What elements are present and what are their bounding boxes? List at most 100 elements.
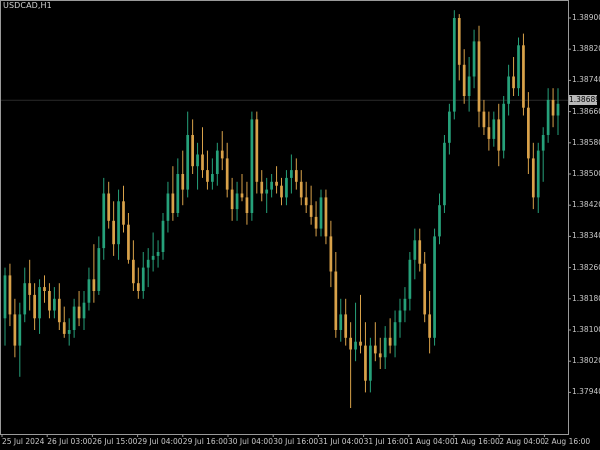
candle[interactable] bbox=[215, 142, 219, 186]
candle[interactable] bbox=[304, 181, 308, 213]
candle[interactable] bbox=[220, 131, 224, 171]
candle[interactable] bbox=[354, 302, 357, 362]
candle[interactable] bbox=[339, 298, 343, 342]
candle[interactable] bbox=[255, 111, 259, 194]
candle[interactable] bbox=[319, 189, 323, 237]
candle[interactable] bbox=[33, 283, 36, 330]
candle[interactable] bbox=[265, 177, 269, 213]
candles-layer[interactable] bbox=[3, 10, 560, 408]
candle[interactable] bbox=[299, 170, 303, 206]
candle[interactable] bbox=[334, 252, 338, 338]
candle[interactable] bbox=[369, 337, 372, 393]
candle[interactable] bbox=[97, 236, 101, 295]
candle[interactable] bbox=[181, 150, 185, 206]
candle[interactable] bbox=[87, 267, 91, 311]
candle[interactable] bbox=[502, 96, 506, 159]
candle[interactable] bbox=[280, 177, 283, 206]
candle[interactable] bbox=[53, 287, 56, 319]
candle[interactable] bbox=[423, 252, 427, 323]
candle[interactable] bbox=[408, 252, 412, 311]
candle[interactable] bbox=[107, 181, 111, 229]
chart-window[interactable]: USDCAD,H1 1.38900 1.38820 1.38740 1.38660 1.… bbox=[0, 0, 600, 450]
candle[interactable] bbox=[433, 228, 436, 346]
candle[interactable] bbox=[443, 135, 446, 213]
candle[interactable] bbox=[156, 240, 160, 268]
candle[interactable] bbox=[28, 259, 32, 311]
candle[interactable] bbox=[240, 174, 244, 202]
candle[interactable] bbox=[457, 14, 461, 81]
candle[interactable] bbox=[378, 337, 382, 369]
candle[interactable] bbox=[487, 111, 491, 151]
candle[interactable] bbox=[462, 49, 466, 104]
candle[interactable] bbox=[329, 220, 333, 288]
candle[interactable] bbox=[349, 322, 352, 408]
candle[interactable] bbox=[314, 201, 318, 237]
candle[interactable] bbox=[373, 322, 377, 362]
candle[interactable] bbox=[522, 33, 525, 116]
candle[interactable] bbox=[235, 181, 239, 221]
candle[interactable] bbox=[536, 142, 540, 213]
candle[interactable] bbox=[294, 158, 298, 190]
candle[interactable] bbox=[176, 158, 180, 217]
candle[interactable] bbox=[43, 275, 46, 303]
candle[interactable] bbox=[102, 177, 106, 260]
candle[interactable] bbox=[230, 177, 234, 221]
candle[interactable] bbox=[482, 99, 486, 135]
candle[interactable] bbox=[122, 185, 125, 233]
candle[interactable] bbox=[551, 88, 555, 128]
candle[interactable] bbox=[206, 150, 209, 190]
price-chart[interactable] bbox=[0, 0, 600, 450]
candle[interactable] bbox=[48, 283, 51, 319]
candle[interactable] bbox=[161, 213, 165, 260]
candle[interactable] bbox=[82, 291, 86, 330]
candle[interactable] bbox=[418, 228, 422, 272]
candle[interactable] bbox=[275, 166, 278, 194]
candle[interactable] bbox=[186, 111, 190, 198]
candle[interactable] bbox=[8, 263, 12, 327]
candle[interactable] bbox=[171, 166, 175, 221]
candle[interactable] bbox=[452, 10, 456, 120]
candle[interactable] bbox=[201, 127, 204, 178]
candle[interactable] bbox=[13, 298, 17, 358]
candle[interactable] bbox=[477, 25, 481, 128]
candle[interactable] bbox=[132, 240, 135, 291]
candle[interactable] bbox=[438, 193, 441, 245]
candle[interactable] bbox=[512, 57, 515, 96]
candle[interactable] bbox=[531, 142, 535, 210]
candle[interactable] bbox=[541, 127, 545, 182]
candle[interactable] bbox=[393, 310, 397, 358]
candle[interactable] bbox=[364, 322, 367, 393]
candle[interactable] bbox=[497, 103, 501, 167]
candle[interactable] bbox=[556, 88, 560, 135]
candle[interactable] bbox=[472, 29, 476, 89]
candle[interactable] bbox=[146, 248, 150, 288]
candle[interactable] bbox=[344, 298, 348, 346]
candle[interactable] bbox=[23, 267, 27, 323]
candle[interactable] bbox=[285, 170, 288, 206]
candle[interactable] bbox=[527, 92, 530, 174]
candle[interactable] bbox=[324, 189, 328, 245]
candle[interactable] bbox=[117, 189, 120, 260]
candle[interactable] bbox=[398, 298, 402, 338]
candle[interactable] bbox=[92, 244, 96, 303]
candle[interactable] bbox=[67, 318, 71, 346]
candle[interactable] bbox=[492, 111, 496, 147]
candle[interactable] bbox=[62, 306, 66, 338]
candle[interactable] bbox=[38, 279, 41, 334]
candle[interactable] bbox=[517, 37, 520, 97]
candle[interactable] bbox=[72, 298, 76, 338]
candle[interactable] bbox=[428, 291, 431, 354]
candle[interactable] bbox=[388, 318, 392, 354]
candle[interactable] bbox=[546, 88, 550, 143]
candle[interactable] bbox=[250, 111, 254, 221]
candle[interactable] bbox=[18, 302, 22, 377]
candle[interactable] bbox=[403, 287, 407, 323]
candle[interactable] bbox=[77, 291, 81, 327]
candle[interactable] bbox=[383, 326, 387, 369]
candle[interactable] bbox=[225, 142, 229, 198]
candle[interactable] bbox=[309, 185, 313, 225]
candle[interactable] bbox=[245, 181, 249, 225]
candle[interactable] bbox=[151, 232, 155, 272]
candle[interactable] bbox=[413, 228, 417, 280]
candle[interactable] bbox=[57, 283, 61, 330]
